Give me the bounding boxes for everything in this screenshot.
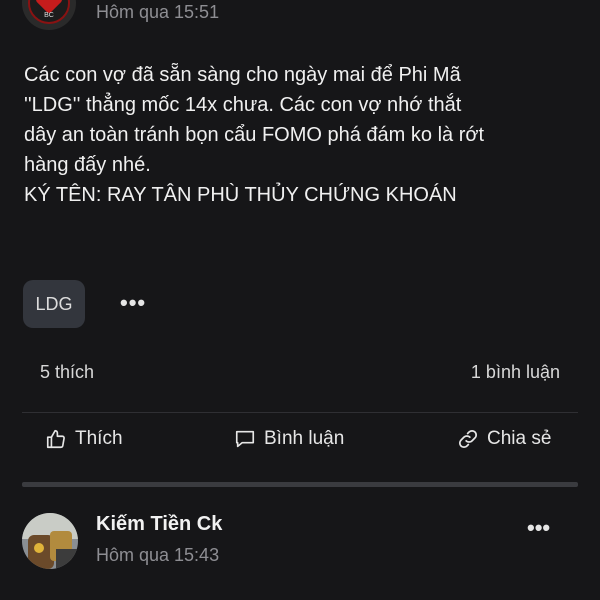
post-separator: [22, 482, 578, 487]
share-label: Chia sẻ: [487, 428, 552, 449]
more-dots-icon[interactable]: •••: [120, 290, 146, 316]
comments-count[interactable]: 1 bình luận: [471, 362, 560, 383]
post1-body-line: hàng đấy nhé.: [24, 154, 151, 176]
avatar-emblem-text: BC: [44, 12, 54, 19]
post1-avatar[interactable]: BC: [22, 0, 76, 30]
post2-avatar[interactable]: [22, 513, 78, 569]
share-button[interactable]: Chia sẻ: [457, 428, 551, 450]
post2-timestamp: Hôm qua 15:43: [96, 545, 220, 565]
post1-timestamp: Hôm qua 15:51: [96, 2, 220, 22]
likes-count[interactable]: 5 thích: [40, 362, 94, 383]
post1-header: BC Hôm qua 15:51: [0, 0, 600, 36]
comment-button[interactable]: Bình luận: [234, 428, 344, 450]
post1-body-line: dây an toàn tránh bọn cẩu FOMO phá đám k…: [24, 124, 485, 146]
comment-label: Bình luận: [264, 428, 345, 449]
post1-stats: 5 thích 1 bình luận: [0, 362, 600, 392]
post1-body-line: Các con vợ đã sẵn sàng cho ngày mai để P…: [24, 64, 461, 86]
avatar-photo-part: [56, 549, 78, 569]
avatar-photo-part: [34, 543, 44, 553]
feed-page: BC Hôm qua 15:51 Các con vợ đã sẵn sàng …: [0, 0, 600, 600]
post1-body-line: ''LDG'' thẳng mốc 14x chưa. Các con vợ n…: [24, 94, 462, 116]
post2-header: Kiếm Tiền Ck Hôm qua 15:43 •••: [0, 505, 600, 600]
like-label: Thích: [75, 428, 123, 449]
divider: [22, 412, 578, 413]
post1-body: Các con vợ đã sẵn sàng cho ngày mai để P…: [24, 60, 584, 210]
post2-author-name[interactable]: Kiếm Tiền Ck: [96, 513, 222, 536]
post1-actions: Thích Bình luận Chia sẻ: [0, 428, 600, 468]
stock-tag-chip[interactable]: LDG: [23, 280, 85, 328]
speech-bubble-icon: [234, 428, 256, 450]
like-button[interactable]: Thích: [45, 428, 123, 450]
thumbs-up-icon: [45, 428, 67, 450]
share-link-icon: [457, 428, 479, 450]
post1-body-line: KÝ TÊN: RAY TÂN PHÙ THỦY CHỨNG KHOÁN: [24, 184, 457, 206]
more-dots-icon[interactable]: •••: [527, 515, 550, 541]
